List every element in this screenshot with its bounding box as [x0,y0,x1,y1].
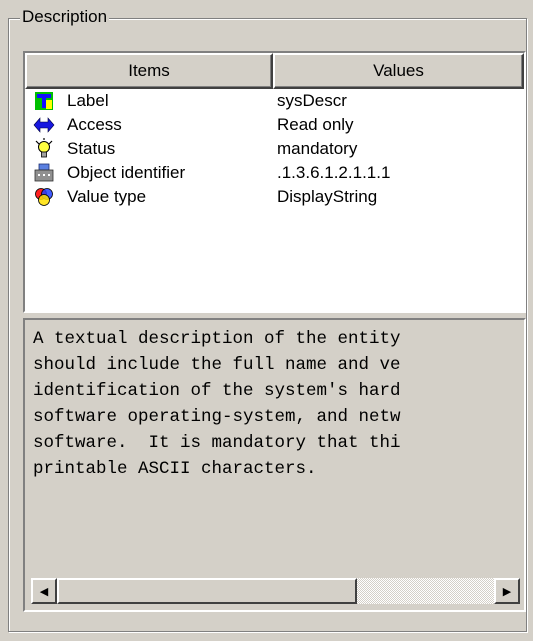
item-value: .1.3.6.1.2.1.1.1 [277,163,391,182]
list-item[interactable]: Value type DisplayString [25,185,524,209]
lightbulb-icon [31,138,57,160]
access-arrows-icon [31,114,57,136]
item-label: Label [67,91,109,110]
scrollbar-thumb[interactable] [57,578,357,604]
description-line: software operating-system, and netw [33,407,401,427]
description-text-area[interactable]: A textual description of the entity shoul… [23,318,526,612]
item-label: Status [67,139,116,158]
description-line: identification of the system's hard [33,381,401,401]
item-value: mandatory [277,139,358,158]
item-label: Object identifier [67,163,186,182]
value-type-circles-icon [31,186,57,208]
label-icon [31,90,57,112]
description-line: software. It is mandatory that thi [33,433,401,453]
item-label: Value type [67,187,147,206]
list-item[interactable]: Label sysDescr [25,89,524,113]
item-value: DisplayString [277,187,378,206]
description-line: printable ASCII characters. [33,459,317,479]
item-value: Read only [277,115,354,134]
description-text: A textual description of the entity shoul… [33,326,524,482]
list-item[interactable]: Access Read only [25,113,524,137]
scrollbar-track[interactable] [357,578,494,604]
list-item[interactable]: Status mandatory [25,137,524,161]
horizontal-scrollbar[interactable]: ◀ ▶ [31,578,520,604]
description-line: should include the full name and ve [33,355,401,375]
groupbox-title: Description [20,7,110,27]
item-value: sysDescr [277,91,347,110]
list-item[interactable]: Object identifier .1.3.6.1.2.1.1.1 [25,161,524,185]
item-label: Access [67,115,122,134]
description-line: A textual description of the entity [33,329,401,349]
list-header: Items Values [25,53,524,89]
properties-list[interactable]: Items Values Label sysDescr Access Read … [23,51,526,313]
object-identifier-icon [31,162,57,184]
scroll-left-button[interactable]: ◀ [31,578,57,604]
column-header-values[interactable]: Values [273,53,524,89]
scroll-right-arrow-icon: ▶ [502,585,512,598]
column-header-items[interactable]: Items [25,53,273,89]
scroll-left-arrow-icon: ◀ [39,585,49,598]
scroll-right-button[interactable]: ▶ [494,578,520,604]
